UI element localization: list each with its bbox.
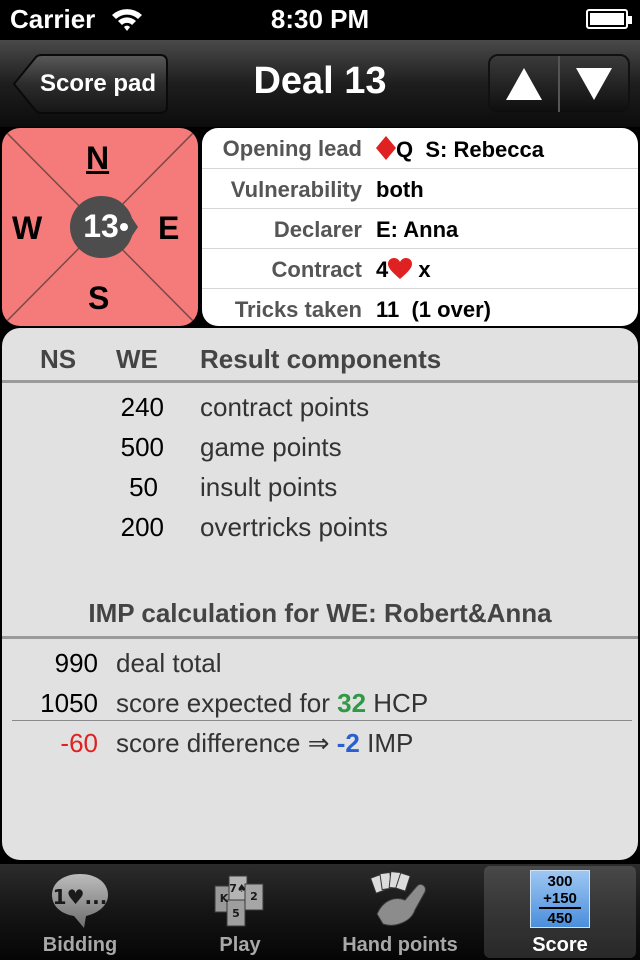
score-difference-suffix: IMP (367, 728, 414, 758)
arrow-up-icon (506, 68, 542, 100)
tab-label: Hand points (342, 934, 458, 956)
tab-label: Score (532, 934, 588, 956)
component-we-value: 200 (120, 512, 164, 542)
difference-divider (12, 720, 632, 721)
component-we-value: 50 (129, 472, 158, 502)
deal-info-panel: Opening lead Q S: Rebecca Vulnerability … (202, 128, 638, 326)
tricks-value: 11 (1 over) (376, 297, 491, 322)
component-label: contract points (200, 392, 370, 422)
deal-number: 13 (83, 208, 119, 244)
tab-hand-points[interactable]: Hand points (324, 866, 476, 958)
opening-lead-card: Q (396, 137, 414, 162)
tab-score[interactable]: 300 +150 450 Score (484, 866, 636, 958)
score-sheet-icon: 300 +150 450 (530, 870, 590, 928)
score-icon-line2: +150 (543, 890, 577, 907)
tab-bar: 1♥... Bidding 7♠ 2 K 5 Play Hand points … (0, 864, 640, 960)
diamond-suit-icon (376, 136, 396, 166)
expected-score-prefix: score expected for (116, 688, 330, 718)
score-difference-text: score difference ⇒ -2 IMP (116, 728, 413, 759)
column-header-ns: NS (40, 344, 77, 374)
component-label: game points (200, 432, 342, 462)
tab-label: Play (219, 934, 261, 956)
svg-text:K: K (220, 892, 229, 905)
opening-lead-player: S: Rebecca (425, 137, 544, 162)
heart-suit-icon (388, 258, 413, 286)
tab-play[interactable]: 7♠ 2 K 5 Play (164, 866, 316, 958)
score-pad-back-button[interactable]: Score pad (12, 54, 168, 114)
component-label: insult points (200, 472, 338, 502)
status-bar: Carrier 8:30 PM (0, 0, 640, 40)
tricks-row: Tricks taken 11 (1 over) (202, 288, 638, 328)
component-we-value: 500 (120, 432, 164, 462)
deal-compass: N S W E 13 (2, 128, 198, 326)
cards-icon: 7♠ 2 K 5 (164, 870, 316, 932)
score-difference-prefix: score difference ⇒ (116, 728, 330, 758)
compass-west: W (12, 210, 43, 246)
declarer-value: E: Anna (376, 217, 459, 242)
page-title: Deal 13 (253, 60, 387, 102)
declarer-label: Declarer (273, 217, 362, 242)
column-header-we: WE (116, 344, 158, 374)
compass-south: S (88, 280, 110, 316)
header-divider (2, 380, 638, 383)
score-icon-line1: 300 (547, 873, 573, 890)
tab-label: Bidding (42, 934, 118, 956)
tricks-label: Tricks taken (234, 297, 362, 322)
score-icon-line3: 450 (547, 910, 573, 927)
expected-score-value: 1050 (40, 688, 98, 718)
navigation-bar: Score pad Deal 13 (0, 40, 640, 128)
expected-hcp-value: 32 (337, 688, 367, 718)
svg-text:5: 5 (232, 907, 240, 920)
deal-total-label: deal total (116, 648, 222, 678)
component-we-value: 240 (120, 392, 164, 422)
imp-value: -2 (336, 728, 360, 758)
expected-score-suffix: HCP (373, 688, 429, 718)
deal-navigation-control (488, 54, 630, 114)
previous-deal-button[interactable] (490, 56, 558, 112)
compass-north: N (86, 140, 110, 176)
svg-text:1♥...: 1♥... (53, 885, 108, 909)
tab-bidding[interactable]: 1♥... Bidding (4, 866, 156, 958)
back-button-label: Score pad (39, 70, 157, 97)
vulnerability-label: Vulnerability (230, 177, 362, 202)
contract-double: x (418, 257, 431, 282)
score-difference-value: -60 (60, 728, 98, 758)
contract-value: 4 x (376, 257, 431, 286)
next-deal-button[interactable] (558, 56, 628, 112)
deal-number-badge: 13 (66, 194, 138, 260)
status-time: 8:30 PM (270, 4, 370, 34)
contract-row: Contract 4 x (202, 248, 638, 288)
contract-level: 4 (376, 257, 389, 282)
battery-icon (586, 9, 632, 29)
contract-label: Contract (271, 257, 362, 282)
opening-lead-label: Opening lead (222, 136, 362, 161)
opening-lead-row: Opening lead Q S: Rebecca (202, 128, 638, 168)
component-label: overtricks points (200, 512, 388, 542)
arrow-down-icon (576, 68, 612, 100)
imp-calculation-title: IMP calculation for WE: Robert&Anna (88, 598, 552, 628)
column-header-components: Result components (200, 344, 442, 374)
declarer-row: Declarer E: Anna (202, 208, 638, 248)
vulnerability-row: Vulnerability both (202, 168, 638, 208)
expected-score-text: score expected for 32 HCP (116, 688, 428, 719)
speech-bubble-icon: 1♥... (4, 870, 156, 932)
svg-text:2: 2 (250, 890, 258, 903)
arm-with-cards-icon (324, 870, 476, 932)
vulnerability-value: both (376, 177, 424, 202)
opening-lead-value: Q S: Rebecca (376, 136, 544, 166)
deal-total-value: 990 (54, 648, 98, 678)
compass-east: E (158, 210, 180, 246)
svg-text:7♠: 7♠ (229, 882, 247, 895)
imp-divider (2, 636, 638, 639)
result-panel: NS WE Result components 240 contract poi… (2, 328, 638, 860)
